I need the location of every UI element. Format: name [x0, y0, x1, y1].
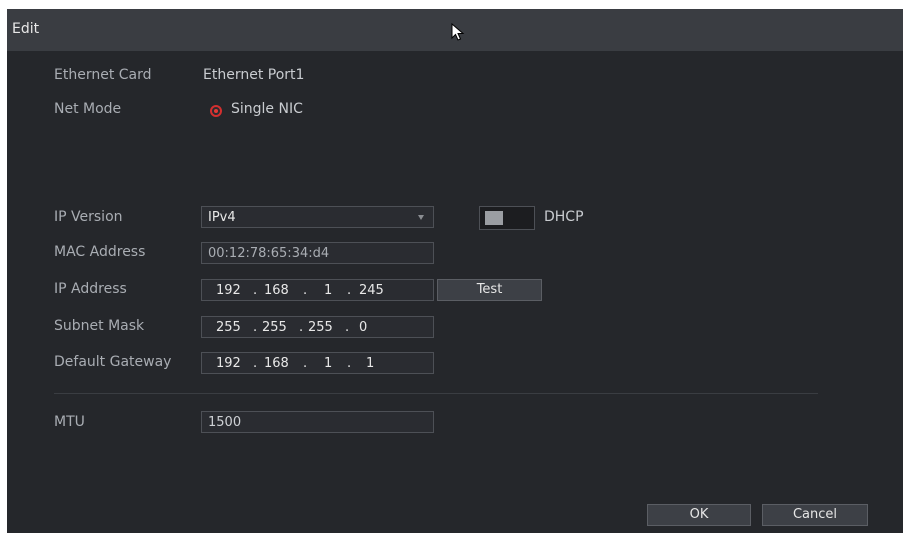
ethernet-card-value: Ethernet Port1: [203, 67, 305, 83]
subnet-mask-label: Subnet Mask: [54, 318, 145, 334]
title-bar: Edit: [7, 9, 903, 51]
ip-separator: .: [303, 356, 308, 371]
dialog-title: Edit: [12, 21, 40, 37]
mtu-value: 1500: [208, 415, 242, 430]
gateway-octet-1[interactable]: 192: [216, 356, 241, 371]
ip-separator: .: [253, 320, 258, 335]
ip-version-select[interactable]: IPv4: [201, 206, 434, 228]
default-gateway-field[interactable]: 192 . 168 . 1 . 1: [201, 352, 434, 374]
toggle-knob: [485, 211, 503, 225]
ip-separator: .: [253, 283, 258, 298]
subnet-mask-field[interactable]: 255 . 255 . 255 . 0: [201, 316, 434, 338]
gateway-octet-4[interactable]: 1: [366, 356, 374, 371]
net-mode-label: Net Mode: [54, 101, 122, 117]
single-nic-label: Single NIC: [231, 101, 303, 117]
mac-address-value: 00:12:78:65:34:d4: [208, 246, 330, 261]
subnet-octet-4[interactable]: 0: [359, 320, 367, 335]
ip-separator: .: [253, 356, 258, 371]
section-divider: [54, 393, 818, 394]
ip-version-label: IP Version: [54, 209, 123, 225]
ip-separator: .: [303, 283, 308, 298]
cancel-button[interactable]: Cancel: [762, 504, 868, 526]
mtu-label: MTU: [54, 414, 85, 430]
chevron-down-icon: [418, 215, 424, 220]
ip-octet-4[interactable]: 245: [359, 283, 384, 298]
ip-version-value: IPv4: [208, 210, 236, 225]
mac-address-field: 00:12:78:65:34:d4: [201, 242, 434, 264]
mtu-field[interactable]: 1500: [201, 411, 434, 433]
default-gateway-label: Default Gateway: [54, 354, 172, 370]
ip-separator: .: [347, 356, 352, 371]
ok-button[interactable]: OK: [647, 504, 751, 526]
ip-separator: .: [299, 320, 304, 335]
dhcp-label: DHCP: [544, 209, 584, 225]
subnet-octet-2[interactable]: 255: [262, 320, 287, 335]
dhcp-toggle[interactable]: [479, 206, 535, 230]
ip-separator: .: [347, 283, 352, 298]
gateway-octet-2[interactable]: 168: [264, 356, 289, 371]
edit-dialog: Edit Ethernet Card Ethernet Port1 Net Mo…: [7, 9, 903, 533]
ip-address-field[interactable]: 192 . 168 . 1 . 245: [201, 279, 434, 301]
ip-octet-1[interactable]: 192: [216, 283, 241, 298]
ethernet-card-label: Ethernet Card: [54, 67, 152, 83]
subnet-octet-1[interactable]: 255: [216, 320, 241, 335]
ip-separator: .: [345, 320, 350, 335]
mouse-pointer-icon: [451, 22, 465, 45]
subnet-octet-3[interactable]: 255: [308, 320, 333, 335]
ip-octet-2[interactable]: 168: [264, 283, 289, 298]
single-nic-radio[interactable]: [210, 105, 222, 117]
test-button[interactable]: Test: [437, 279, 542, 301]
mac-address-label: MAC Address: [54, 244, 146, 260]
ip-address-label: IP Address: [54, 281, 127, 297]
gateway-octet-3[interactable]: 1: [324, 356, 332, 371]
ip-octet-3[interactable]: 1: [324, 283, 332, 298]
